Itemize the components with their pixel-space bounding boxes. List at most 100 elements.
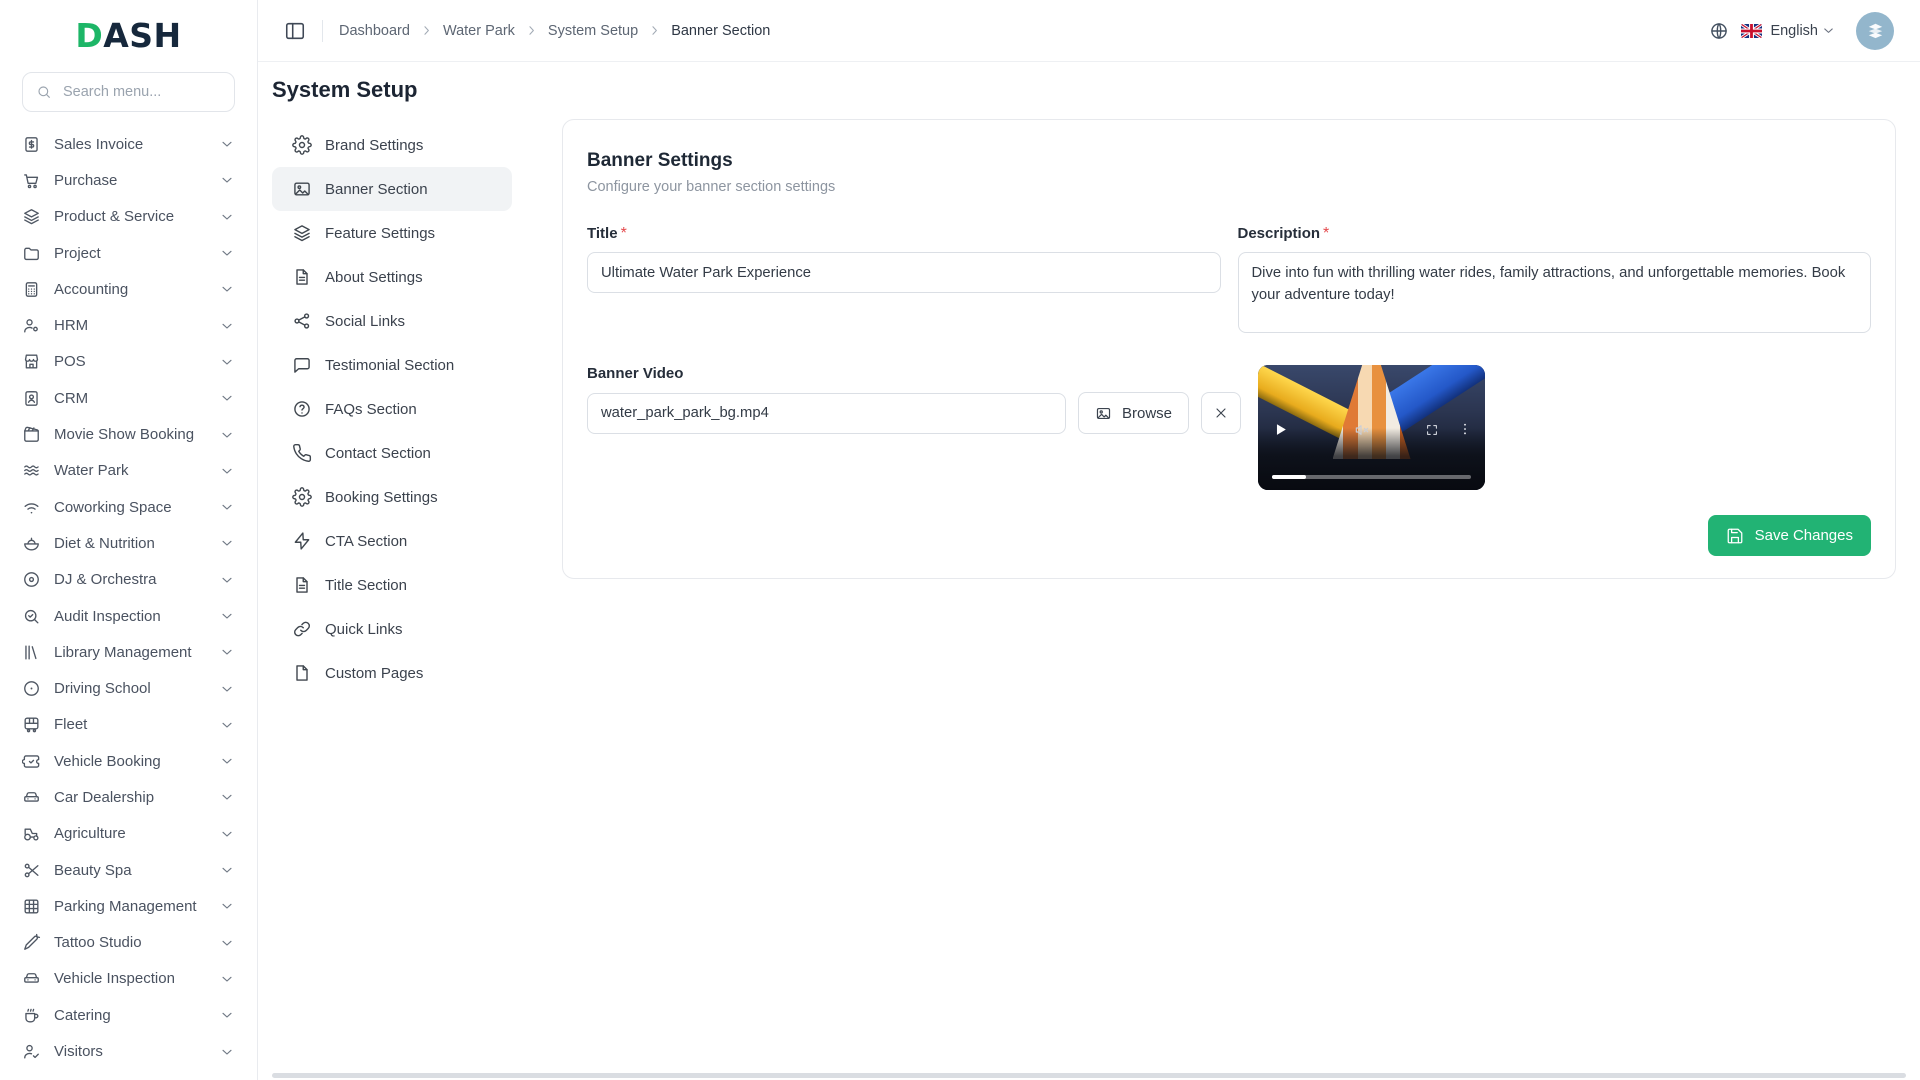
- sidebar-item-parking-management[interactable]: Parking Management: [14, 888, 243, 924]
- sidebar-item-project[interactable]: Project: [14, 235, 243, 271]
- subnav-item-custom-pages[interactable]: Custom Pages: [272, 651, 512, 695]
- sidebar-item-accounting[interactable]: Accounting: [14, 271, 243, 307]
- library-icon: [22, 643, 41, 662]
- chevron-down-icon: [219, 898, 235, 914]
- subnav-item-contact-section[interactable]: Contact Section: [272, 431, 512, 475]
- subnav-item-title-section[interactable]: Title Section: [272, 563, 512, 607]
- search-check-icon: [22, 607, 41, 626]
- subnav-item-quick-links[interactable]: Quick Links: [272, 607, 512, 651]
- users-icon: [22, 316, 41, 335]
- sidebar-item-visitors[interactable]: Visitors: [14, 1033, 243, 1069]
- sidebar-item-diet-nutrition[interactable]: Diet & Nutrition: [14, 525, 243, 561]
- chevron-down-icon: [219, 318, 235, 334]
- video-progress-fill: [1272, 475, 1306, 480]
- sidebar-item-pos[interactable]: POS: [14, 344, 243, 380]
- id-card-icon: [22, 389, 41, 408]
- subnav-item-social-links[interactable]: Social Links: [272, 299, 512, 343]
- sidebar-item-driving-school[interactable]: Driving School: [14, 670, 243, 706]
- video-preview[interactable]: [1258, 365, 1485, 490]
- breadcrumb-item-dashboard[interactable]: Dashboard: [339, 23, 410, 39]
- subnav-item-testimonial-section[interactable]: Testimonial Section: [272, 343, 512, 387]
- image-icon: [1095, 405, 1112, 422]
- subnav-item-cta-section[interactable]: CTA Section: [272, 519, 512, 563]
- subnav-item-booking-settings[interactable]: Booking Settings: [272, 475, 512, 519]
- layers-icon: [292, 223, 312, 243]
- sidebar-item-library-management[interactable]: Library Management: [14, 634, 243, 670]
- sidebar-item-dj-orchestra[interactable]: DJ & Orchestra: [14, 562, 243, 598]
- sidebar-item-beauty-spa[interactable]: Beauty Spa: [14, 852, 243, 888]
- chevron-down-icon: [219, 172, 235, 188]
- sidebar-item-product-service[interactable]: Product & Service: [14, 199, 243, 235]
- pen-icon: [22, 933, 41, 952]
- store-icon: [22, 352, 41, 371]
- sidebar-item-car-dealership[interactable]: Car Dealership: [14, 779, 243, 815]
- sidebar-item-audit-inspection[interactable]: Audit Inspection: [14, 598, 243, 634]
- sidebar-item-vehicle-inspection[interactable]: Vehicle Inspection: [14, 961, 243, 997]
- sidebar-item-hrm[interactable]: HRM: [14, 307, 243, 343]
- save-changes-button[interactable]: Save Changes: [1708, 515, 1871, 556]
- video-thumbnail: [1258, 365, 1485, 490]
- sidebar-search: [22, 72, 235, 112]
- browse-button[interactable]: Browse: [1078, 392, 1189, 434]
- logo-letter-d: D: [75, 16, 103, 55]
- breadcrumb-item-water-park[interactable]: Water Park: [443, 23, 515, 39]
- more-options-icon[interactable]: [1457, 421, 1473, 437]
- banner-video-field: Banner Video Browse: [587, 365, 1241, 490]
- sidebar-item-water-park[interactable]: Water Park: [14, 453, 243, 489]
- title-input[interactable]: [587, 252, 1221, 293]
- user-check-icon: [22, 1042, 41, 1061]
- sidebar-toggle-icon[interactable]: [284, 20, 306, 42]
- target-icon: [22, 679, 41, 698]
- sidebar-item-label: Agriculture: [54, 825, 126, 842]
- sidebar-item-catering[interactable]: Catering: [14, 997, 243, 1033]
- fullscreen-icon[interactable]: [1425, 423, 1439, 437]
- sidebar-item-agriculture[interactable]: Agriculture: [14, 816, 243, 852]
- subnav-item-feature-settings[interactable]: Feature Settings: [272, 211, 512, 255]
- sidebar-item-label: Vehicle Booking: [54, 753, 161, 770]
- subnav-item-brand-settings[interactable]: Brand Settings: [272, 123, 512, 167]
- sidebar-item-fleet[interactable]: Fleet: [14, 707, 243, 743]
- sidebar-item-tattoo-studio[interactable]: Tattoo Studio: [14, 925, 243, 961]
- chevron-down-icon: [219, 862, 235, 878]
- subnav-item-about-settings[interactable]: About Settings: [272, 255, 512, 299]
- chevron-down-icon: [219, 136, 235, 152]
- globe-icon[interactable]: [1709, 21, 1729, 41]
- topbar: Dashboard Water Park System Setup Banner Se…: [258, 0, 1920, 62]
- language-selector[interactable]: English: [1770, 23, 1818, 39]
- chevron-down-icon: [219, 935, 235, 951]
- title-label: Title: [587, 225, 618, 242]
- system-setup-subnav: Brand Settings Banner Section Feature Se…: [272, 119, 512, 695]
- search-input[interactable]: [61, 83, 221, 101]
- description-textarea[interactable]: Dive into fun with thrilling water rides…: [1238, 252, 1872, 333]
- subnav-item-faqs-section[interactable]: FAQs Section: [272, 387, 512, 431]
- play-icon[interactable]: [1272, 421, 1289, 438]
- muted-icon[interactable]: [1354, 422, 1370, 438]
- folder-icon: [22, 244, 41, 263]
- link-icon: [292, 619, 312, 639]
- sidebar-item-sales-invoice[interactable]: Sales Invoice: [14, 126, 243, 162]
- breadcrumb-item-system-setup[interactable]: System Setup: [548, 23, 638, 39]
- sidebar-item-movie-show-booking[interactable]: Movie Show Booking: [14, 416, 243, 452]
- avatar[interactable]: [1856, 12, 1894, 50]
- video-progress-bar[interactable]: [1272, 475, 1471, 480]
- waves-icon: [22, 461, 41, 480]
- subnav-item-banner-section[interactable]: Banner Section: [272, 167, 512, 211]
- breadcrumb-item-banner-section[interactable]: Banner Section: [671, 23, 770, 39]
- share-icon: [292, 311, 312, 331]
- sidebar-item-label: Parking Management: [54, 898, 197, 915]
- clear-video-button[interactable]: [1201, 392, 1241, 434]
- main-area: Dashboard Water Park System Setup Banner Se…: [258, 0, 1920, 1080]
- sidebar-item-purchase[interactable]: Purchase: [14, 162, 243, 198]
- sidebar-item-media-library[interactable]: Media Library: [14, 1070, 243, 1080]
- sidebar-item-label: Water Park: [54, 462, 128, 479]
- subnav-item-label: FAQs Section: [325, 401, 417, 418]
- sidebar-item-label: Vehicle Inspection: [54, 970, 175, 987]
- horizontal-scrollbar[interactable]: [272, 1073, 1906, 1078]
- sidebar-item-coworking-space[interactable]: Coworking Space: [14, 489, 243, 525]
- sidebar-item-crm[interactable]: CRM: [14, 380, 243, 416]
- sidebar-menu: Sales Invoice Purchase Product & Service…: [0, 120, 257, 1080]
- required-asterisk: *: [621, 225, 627, 242]
- sidebar-item-vehicle-booking[interactable]: Vehicle Booking: [14, 743, 243, 779]
- banner-video-input[interactable]: [587, 393, 1066, 434]
- sidebar-item-label: Coworking Space: [54, 499, 172, 516]
